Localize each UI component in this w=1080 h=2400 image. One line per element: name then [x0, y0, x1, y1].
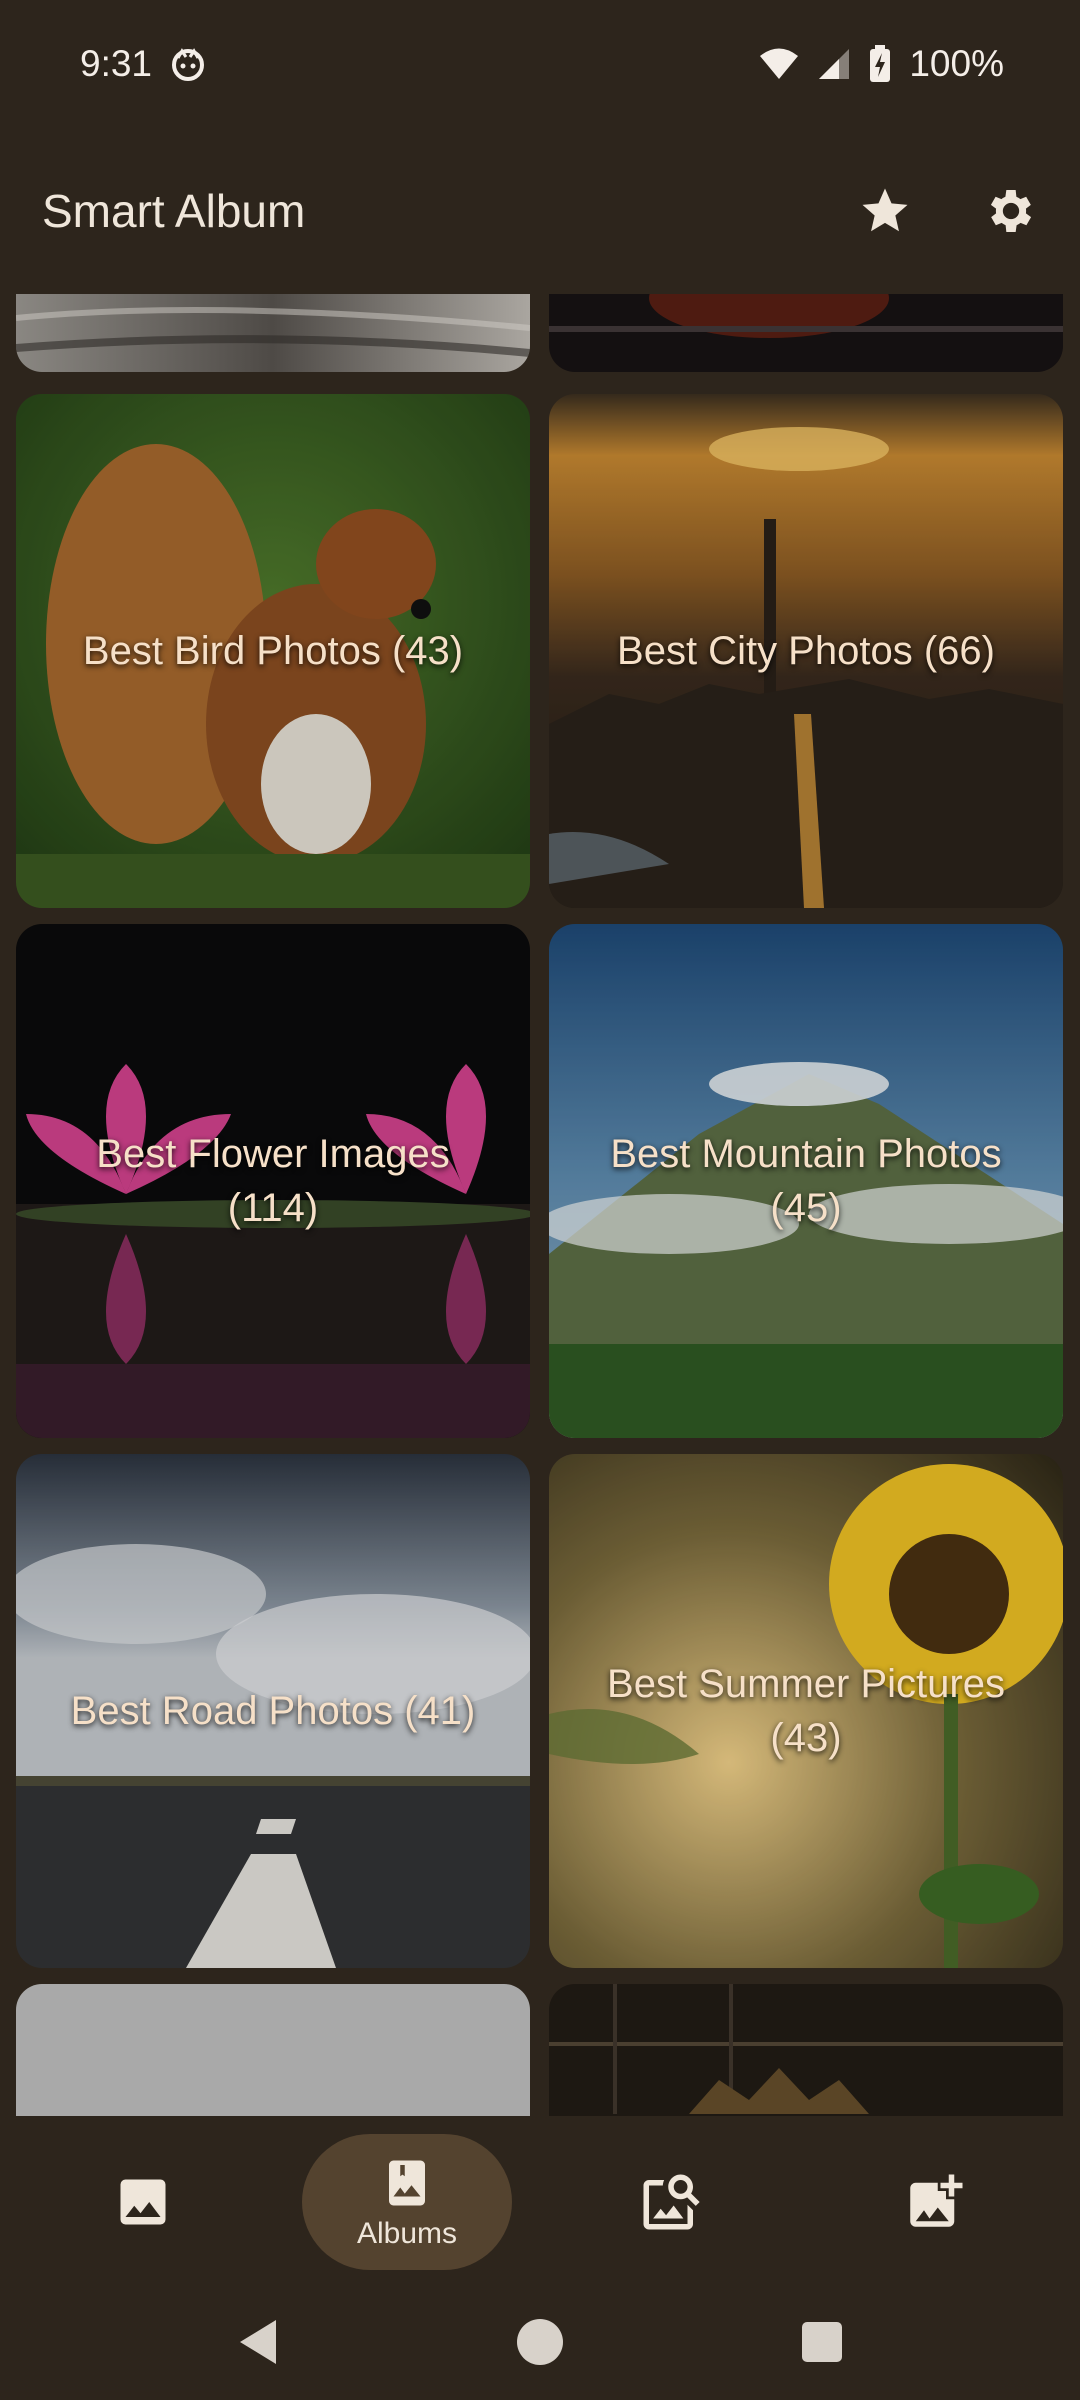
back-button[interactable] — [230, 2314, 286, 2370]
app-actions — [850, 176, 1046, 246]
album-tile-road[interactable]: Best Road Photos (41) — [16, 1454, 530, 1968]
album-cover-image — [549, 1984, 1063, 2116]
album-tile-city[interactable]: Best City Photos (66) — [549, 394, 1063, 908]
album-tile-flower[interactable]: Best Flower Images (114) — [16, 924, 530, 1438]
star-icon — [862, 188, 908, 232]
album-tile-bird[interactable]: Best Bird Photos (43) — [16, 394, 530, 908]
album-title: Best City Photos (66) — [617, 629, 995, 673]
face-icon — [170, 46, 206, 82]
home-icon — [517, 2319, 563, 2365]
album-tile-partial-top-right[interactable] — [549, 294, 1063, 372]
recents-button[interactable] — [794, 2314, 850, 2370]
nav-add-photo[interactable] — [830, 2134, 1040, 2270]
nav-photos[interactable] — [38, 2134, 248, 2270]
recents-icon — [802, 2322, 842, 2362]
album-tile-partial-bottom-right[interactable] — [549, 1984, 1063, 2116]
album-title: Best Flower Images (114) — [96, 1132, 450, 1230]
albums-icon — [389, 2160, 425, 2206]
gear-icon — [990, 190, 1032, 232]
status-time: 9:31 — [80, 43, 153, 84]
photos-icon — [120, 2179, 166, 2225]
app-title: Smart Album — [42, 185, 306, 237]
album-tile-mountain[interactable]: Best Mountain Photos (45) — [549, 924, 1063, 1438]
nav-albums-label: Albums — [356, 2217, 458, 2250]
app-bar: Smart Album — [0, 128, 1080, 294]
status-left: 9:31 — [80, 43, 206, 85]
album-cover-image — [549, 294, 1063, 372]
album-tile-partial-top-left[interactable] — [16, 294, 530, 372]
system-navigation-bar — [0, 2284, 1080, 2400]
album-cover-image — [16, 294, 530, 372]
album-title: Best Road Photos (41) — [70, 1689, 476, 1733]
bottom-navigation: Albums — [0, 2116, 1080, 2284]
album-tile-partial-bottom-left[interactable] — [16, 1984, 530, 2116]
wifi-icon — [759, 47, 799, 81]
album-cover-image — [16, 1984, 530, 2116]
album-title: Best Mountain Photos (45) — [610, 1132, 1002, 1230]
signal-icon — [817, 47, 851, 81]
nav-albums[interactable]: Albums — [302, 2134, 512, 2270]
settings-button[interactable] — [976, 176, 1046, 246]
album-title: Best Summer Pictures (43) — [607, 1662, 1005, 1760]
status-bar: 9:31 100% — [0, 0, 1080, 128]
status-right: 100% — [759, 43, 1004, 85]
album-title: Best Bird Photos (43) — [82, 629, 464, 673]
back-icon — [240, 2320, 276, 2364]
image-search-icon — [643, 2174, 700, 2230]
album-grid[interactable]: Best Bird Photos (43) Best City Photos (… — [0, 294, 1080, 2116]
nav-search[interactable] — [566, 2134, 776, 2270]
add-photo-icon — [910, 2174, 963, 2227]
album-tile-summer[interactable]: Best Summer Pictures (43) — [549, 1454, 1063, 1968]
battery-charging-icon — [869, 45, 891, 83]
battery-percent: 100% — [909, 43, 1004, 84]
home-button[interactable] — [512, 2314, 568, 2370]
favorites-button[interactable] — [850, 176, 920, 246]
